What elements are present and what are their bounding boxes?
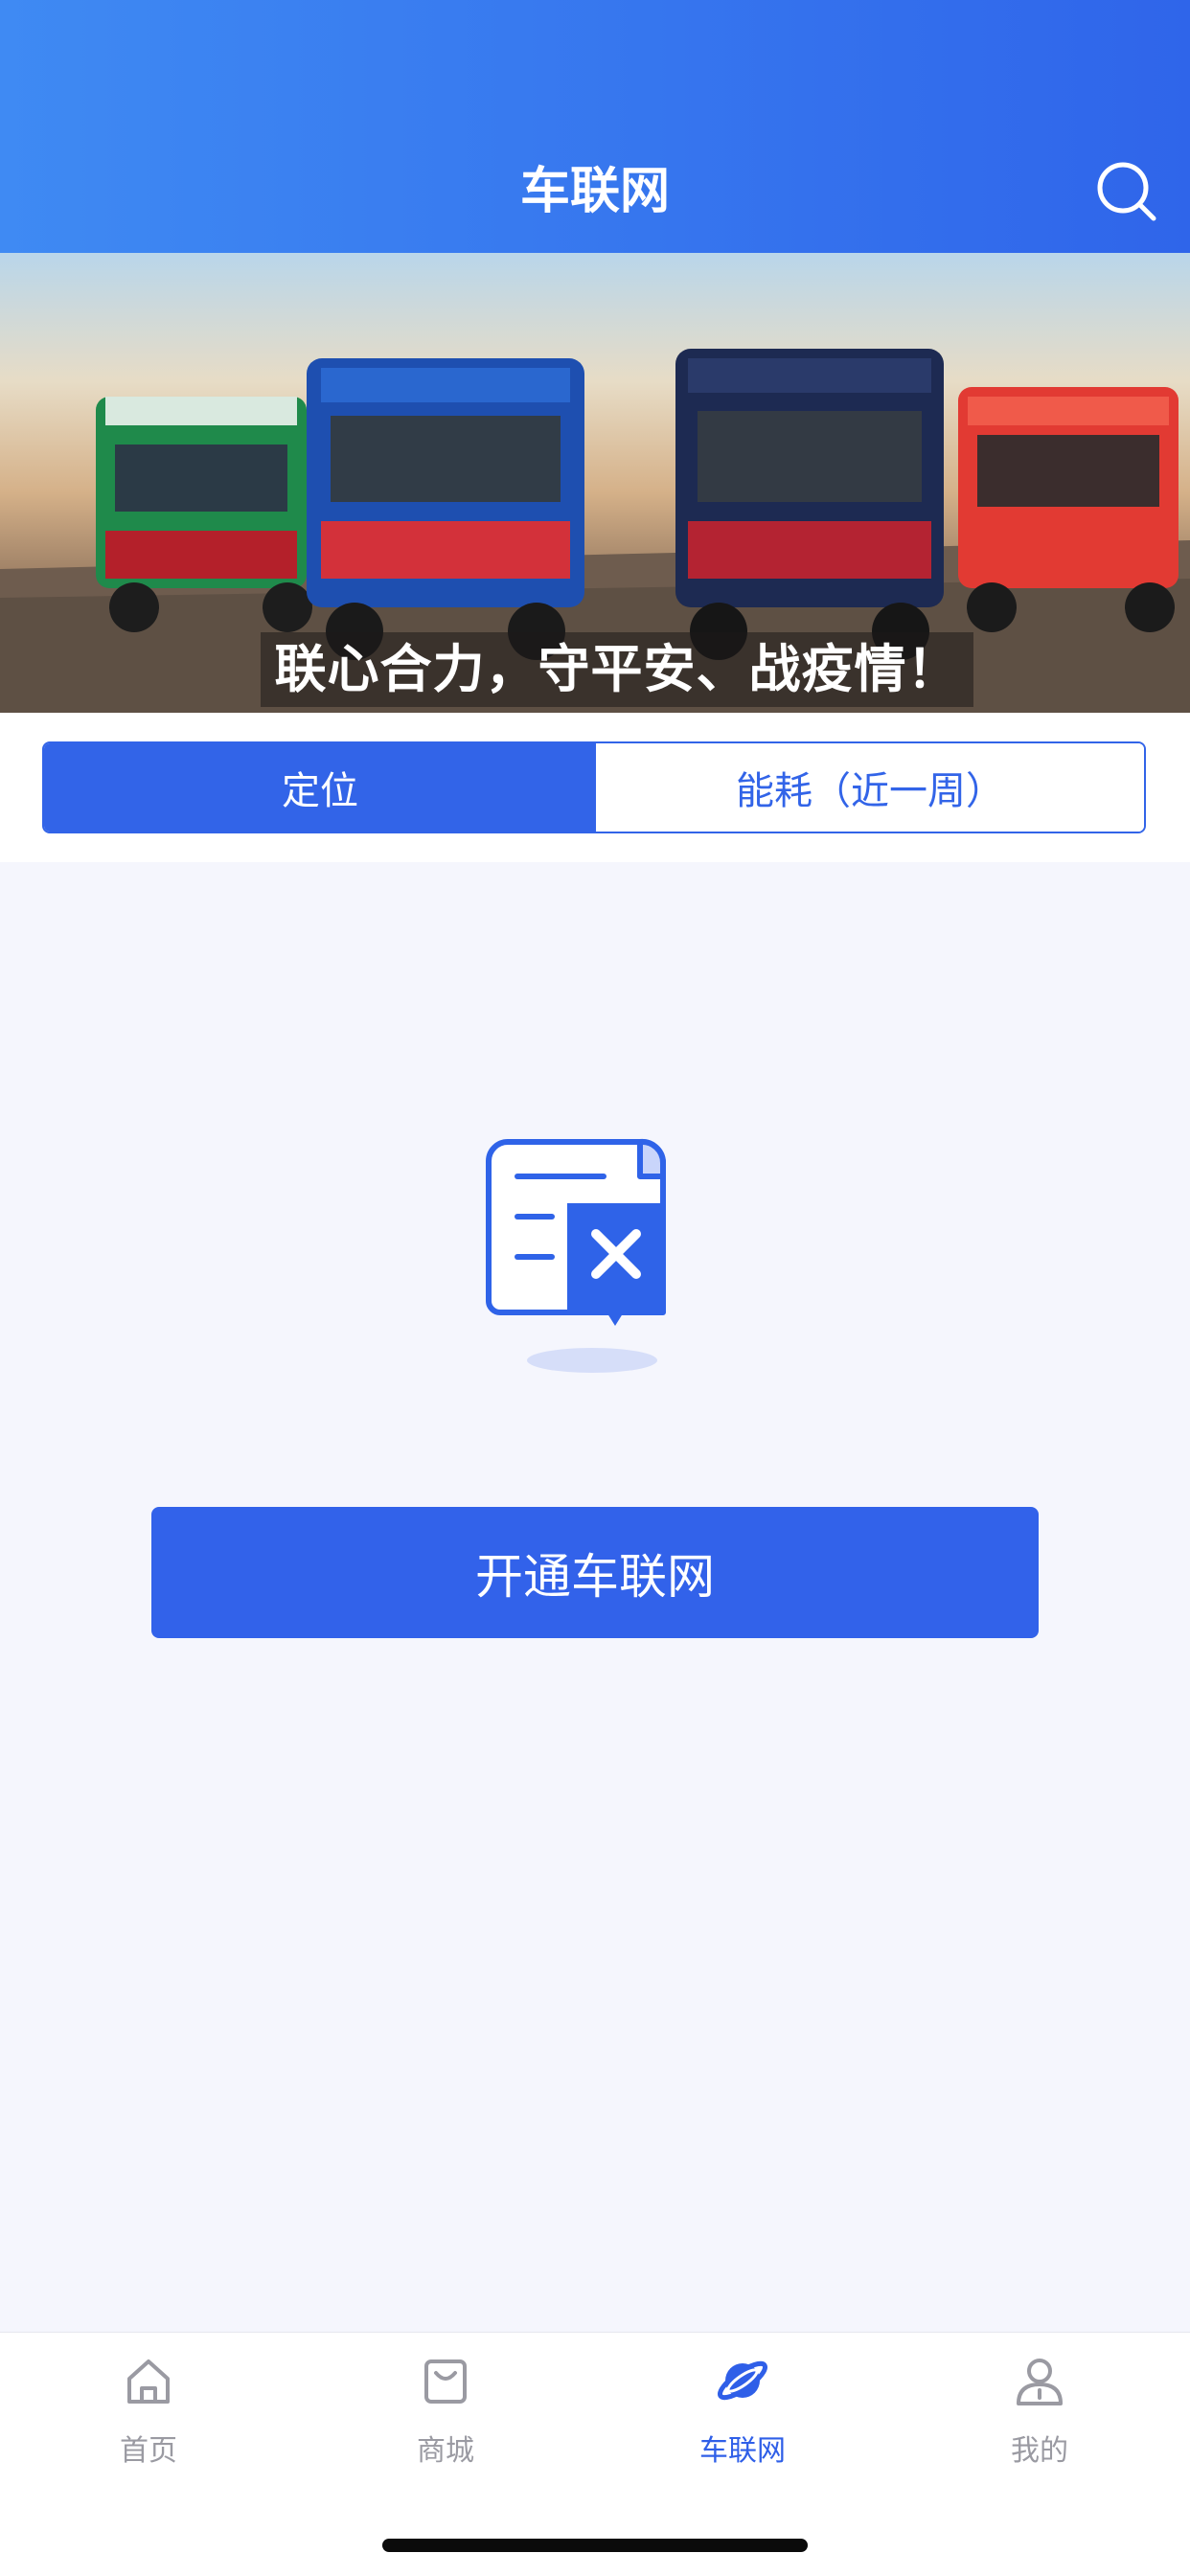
tabbar-item-mall[interactable]: 商城 — [297, 2352, 594, 2486]
planet-icon — [714, 2352, 771, 2409]
shopping-bag-icon — [417, 2352, 474, 2409]
segment-bar: 定位 能耗（近一周） — [0, 713, 1190, 862]
banner-caption: 联心合力，守平安、战疫情！ — [261, 632, 973, 707]
home-indicator[interactable] — [382, 2539, 808, 2552]
open-iov-button[interactable]: 开通车联网 — [151, 1507, 1039, 1638]
tabbar-label-mine: 我的 — [1011, 2434, 1068, 2468]
page-title: 车联网 — [519, 163, 670, 220]
segmented-control: 定位 能耗（近一周） — [42, 741, 1146, 833]
header: 车联网 — [0, 0, 1190, 253]
document-error-icon — [479, 1121, 709, 1379]
tabbar-item-mine[interactable]: 我的 — [891, 2352, 1188, 2486]
promo-banner[interactable]: 联心合力，守平安、战疫情！ — [0, 253, 1190, 713]
home-icon — [120, 2352, 177, 2409]
tabbar-item-home[interactable]: 首页 — [0, 2352, 297, 2486]
tabbar-label-home: 首页 — [120, 2434, 177, 2468]
tab-energy-consumption[interactable]: 能耗（近一周） — [596, 743, 1144, 832]
tab-location[interactable]: 定位 — [44, 743, 596, 832]
tabbar-label-iov: 车联网 — [699, 2434, 786, 2468]
tabbar-item-iov[interactable]: 车联网 — [594, 2352, 891, 2486]
user-icon — [1011, 2352, 1068, 2409]
search-icon[interactable] — [1092, 157, 1161, 226]
tabbar-label-mall: 商城 — [417, 2434, 474, 2468]
